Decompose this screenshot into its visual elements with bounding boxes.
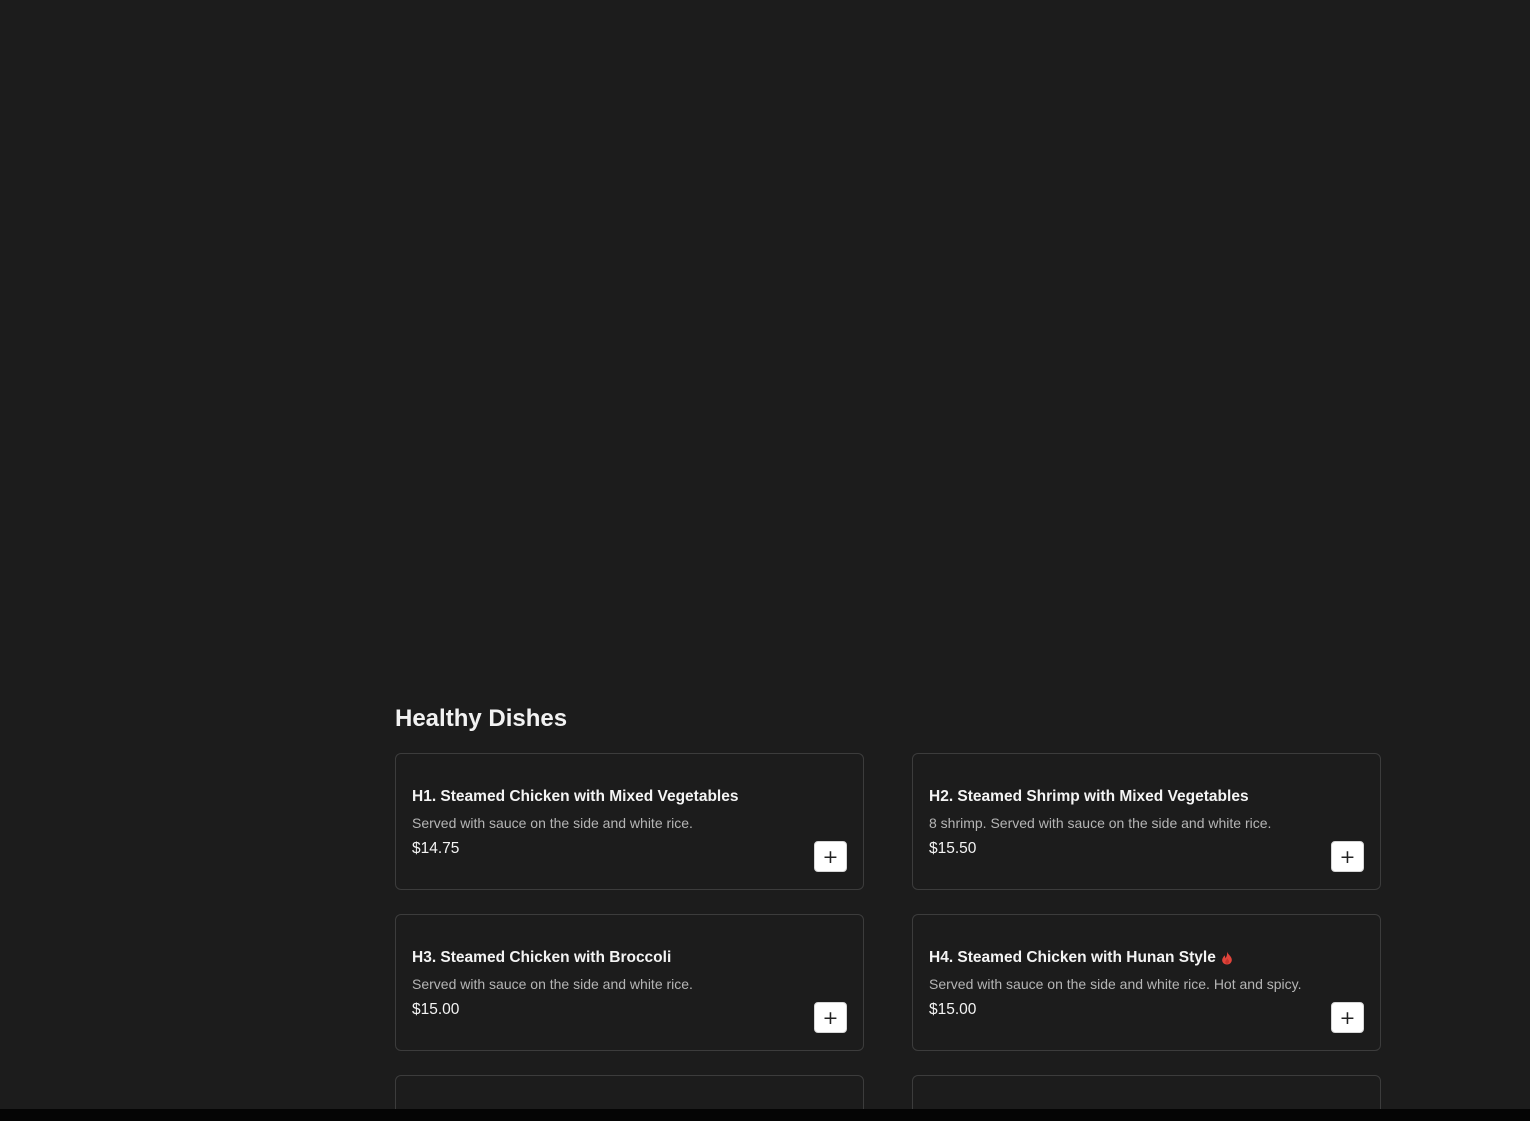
menu-items-grid: H1. Steamed Chicken with Mixed Vegetable… [395, 753, 1381, 1121]
section-title: Healthy Dishes [395, 705, 568, 732]
item-description: 8 shrimp. Served with sauce on the side … [929, 815, 1272, 831]
item-name-text: H1. Steamed Chicken with Mixed Vegetable… [412, 788, 739, 805]
add-to-cart-button[interactable]: + [1331, 841, 1364, 872]
flame-icon [1221, 951, 1233, 965]
item-name-text: H2. Steamed Shrimp with Mixed Vegetables [929, 788, 1249, 805]
item-name-text: H3. Steamed Chicken with Broccoli [412, 949, 672, 966]
item-name: H3. Steamed Chicken with Broccoli [412, 949, 847, 967]
menu-section-healthy-dishes: Healthy Dishes H1. Steamed Chicken with … [395, 704, 1381, 1121]
item-name: H2. Steamed Shrimp with Mixed Vegetables [929, 788, 1364, 806]
item-name: H1. Steamed Chicken with Mixed Vegetable… [412, 788, 847, 806]
item-price: $15.50 [929, 840, 977, 857]
menu-item-card[interactable]: H3. Steamed Chicken with Broccoli Served… [395, 914, 864, 1051]
item-price: $15.00 [412, 1001, 460, 1018]
item-description: Served with sauce on the side and white … [412, 815, 693, 831]
item-description: Served with sauce on the side and white … [929, 976, 1302, 992]
page: Healthy Dishes H1. Steamed Chicken with … [0, 0, 1530, 1121]
add-to-cart-button[interactable]: + [1331, 1002, 1364, 1033]
item-price: $14.75 [412, 840, 460, 857]
menu-item-card[interactable]: H2. Steamed Shrimp with Mixed Vegetables… [912, 753, 1381, 890]
bottom-bar [0, 1109, 1530, 1121]
add-to-cart-button[interactable]: + [814, 1002, 847, 1033]
item-description: Served with sauce on the side and white … [412, 976, 693, 992]
menu-item-card[interactable]: H4. Steamed Chicken with Hunan Style Ser… [912, 914, 1381, 1051]
menu-item-card[interactable]: H1. Steamed Chicken with Mixed Vegetable… [395, 753, 864, 890]
add-to-cart-button[interactable]: + [814, 841, 847, 872]
item-price: $15.00 [929, 1001, 977, 1018]
item-name-text: H4. Steamed Chicken with Hunan Style [929, 949, 1216, 966]
item-name: H4. Steamed Chicken with Hunan Style [929, 949, 1364, 967]
